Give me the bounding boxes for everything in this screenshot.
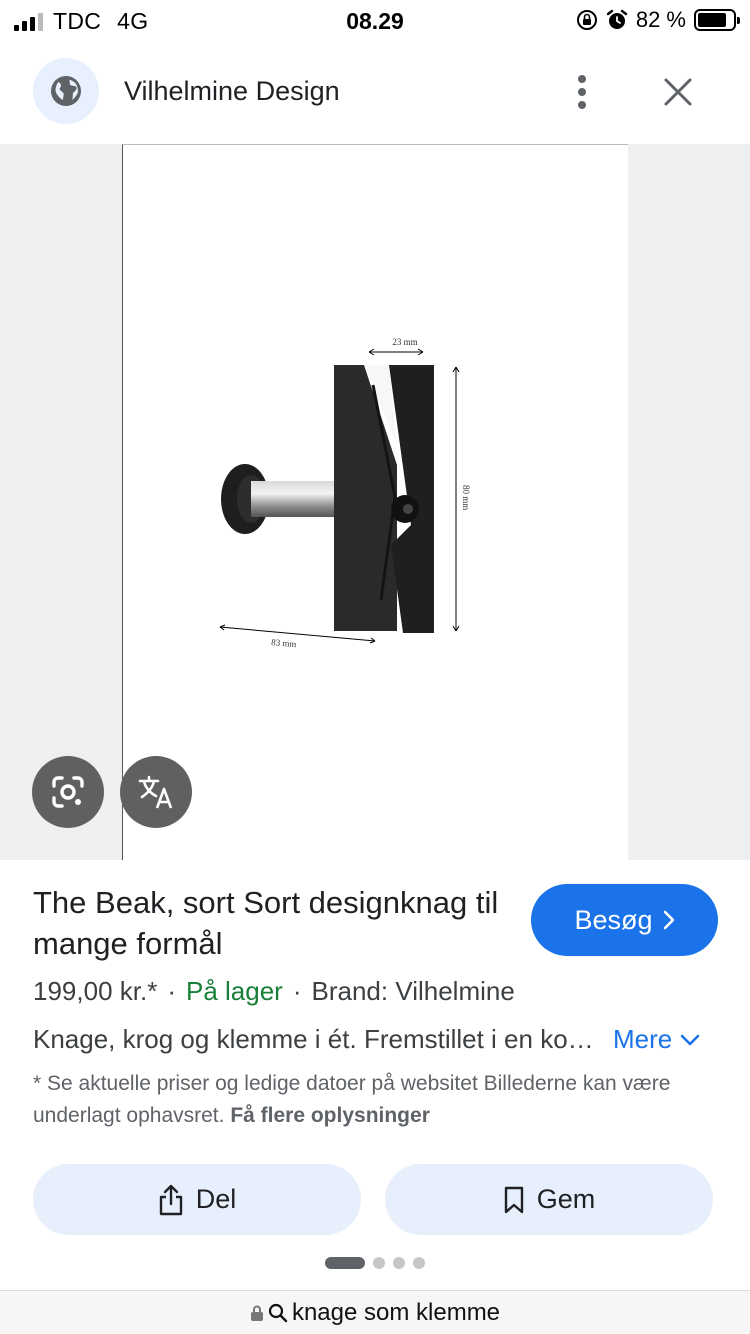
pagination-dot	[413, 1257, 425, 1269]
alarm-icon	[606, 9, 628, 29]
product-meta: 199,00 kr.* · På lager · Brand: Vilhelmine	[33, 976, 515, 1006]
pagination-dot	[373, 1257, 385, 1269]
product-image[interactable]: 23 mm 80 mm 83 mm	[122, 144, 628, 860]
pagination-dot	[393, 1257, 405, 1269]
share-button[interactable]: Del	[33, 1164, 361, 1235]
more-button[interactable]: Mere	[613, 1024, 700, 1055]
share-icon	[159, 1184, 182, 1215]
save-button[interactable]: Gem	[385, 1164, 713, 1235]
image-viewer[interactable]: 23 mm 80 mm 83 mm	[0, 144, 750, 860]
lock-icon	[250, 1305, 263, 1321]
site-name[interactable]: Vilhelmine Design	[124, 76, 340, 107]
viewer-header: Vilhelmine Design	[0, 56, 750, 130]
disclaimer: * Se aktuelle priser og ledige datoer på…	[33, 1068, 723, 1132]
dimension-top-label: 23 mm	[392, 337, 417, 347]
battery-percent: 82 %	[635, 7, 686, 32]
more-options-button[interactable]	[562, 70, 602, 114]
stock-status: På lager	[185, 976, 283, 1006]
visit-button[interactable]: Besøg	[531, 884, 718, 956]
chevron-down-icon	[680, 1034, 700, 1045]
rotation-lock-icon	[576, 10, 597, 30]
more-label: Mere	[613, 1024, 673, 1054]
search-icon	[268, 1303, 288, 1322]
product-brand: Brand: Vilhelmine	[311, 976, 515, 1006]
pagination-dot-active	[325, 1257, 365, 1269]
pagination-dots	[0, 1257, 750, 1269]
status-right: 82 %	[576, 7, 740, 33]
search-query: knage som klemme	[291, 1298, 501, 1326]
lens-search-button[interactable]	[32, 756, 104, 828]
product-title[interactable]: The Beak, sort Sort designknag til mange…	[33, 882, 503, 964]
close-button[interactable]	[656, 70, 700, 114]
lens-search-icon	[52, 776, 84, 808]
translate-icon	[138, 775, 173, 809]
translate-button[interactable]	[120, 756, 192, 828]
more-vert-icon	[578, 75, 586, 109]
bookmark-icon	[504, 1186, 523, 1213]
battery-fill	[698, 13, 726, 27]
address-bar[interactable]: knage som klemme	[0, 1290, 750, 1334]
description-row: Knage, krog og klemme i ét. Fremstillet …	[33, 1024, 733, 1060]
site-favicon	[33, 58, 99, 124]
product-price: 199,00 kr.*	[33, 976, 158, 1006]
visit-button-label: Besøg	[574, 904, 653, 935]
share-label: Del	[195, 1184, 237, 1214]
product-photo: 23 mm 80 mm 83 mm	[219, 337, 471, 649]
dimension-bottom-label: 83 mm	[271, 637, 297, 649]
status-bar: TDC 4G 08.29 82 %	[0, 0, 750, 44]
more-info-link[interactable]: Få flere oplysninger	[230, 1104, 430, 1127]
battery-icon	[694, 9, 740, 31]
close-icon	[664, 78, 692, 106]
product-description: Knage, krog og klemme i ét. Fremstillet …	[33, 1024, 601, 1054]
chevron-right-icon	[663, 910, 674, 930]
globe-icon	[51, 76, 81, 106]
save-label: Gem	[536, 1184, 596, 1214]
dimension-side-label: 80 mm	[461, 485, 471, 510]
